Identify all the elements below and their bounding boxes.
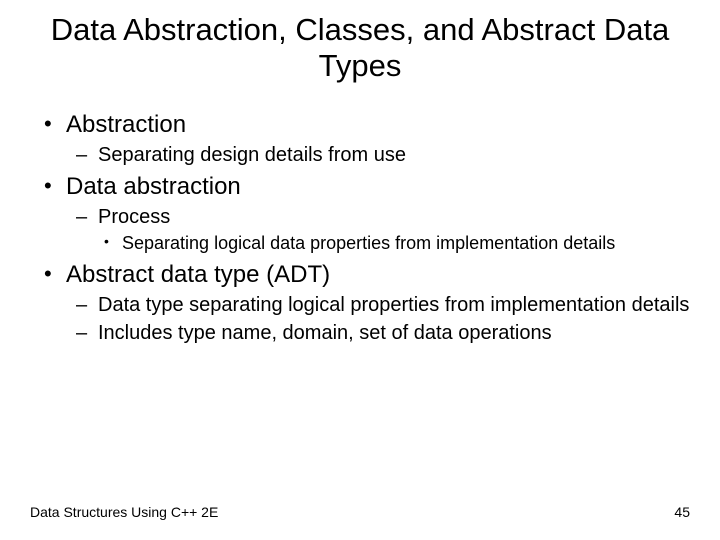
bullet-adt: Abstract data type (ADT) Data type separ…: [38, 261, 690, 345]
slide-container: Data Abstraction, Classes, and Abstract …: [0, 0, 720, 540]
sub-bullet: Includes type name, domain, set of data …: [66, 321, 690, 345]
bullet-text: Data abstraction: [66, 173, 241, 200]
footer-left: Data Structures Using C++ 2E: [30, 504, 218, 520]
sub-sub-list: Separating logical data properties from …: [98, 233, 690, 255]
bullet-data-abstraction: Data abstraction Process Separating logi…: [38, 173, 690, 255]
slide-title: Data Abstraction, Classes, and Abstract …: [30, 12, 690, 83]
sub-bullet-text: Separating design details from use: [98, 144, 406, 166]
sub-bullet: Separating design details from use: [66, 143, 690, 167]
bullet-text: Abstract data type (ADT): [66, 261, 330, 288]
sub-list: Data type separating logical properties …: [66, 293, 690, 345]
bullet-text: Abstraction: [66, 111, 186, 138]
slide-content: Abstraction Separating design details fr…: [30, 111, 690, 345]
sub-sub-bullet: Separating logical data properties from …: [98, 233, 690, 255]
sub-bullet: Data type separating logical properties …: [66, 293, 690, 317]
sub-bullet-text: Process: [98, 206, 170, 228]
footer-page-number: 45: [674, 504, 690, 520]
sub-bullet-text: Includes type name, domain, set of data …: [98, 322, 552, 344]
sub-bullet: Process Separating logical data properti…: [66, 205, 690, 255]
slide-footer: Data Structures Using C++ 2E 45: [30, 504, 690, 520]
sub-bullet-text: Data type separating logical properties …: [98, 294, 689, 316]
bullet-abstraction: Abstraction Separating design details fr…: [38, 111, 690, 167]
sub-list: Separating design details from use: [66, 143, 690, 167]
sub-sub-bullet-text: Separating logical data properties from …: [122, 233, 615, 253]
sub-list: Process Separating logical data properti…: [66, 205, 690, 255]
bullet-list: Abstraction Separating design details fr…: [38, 111, 690, 345]
